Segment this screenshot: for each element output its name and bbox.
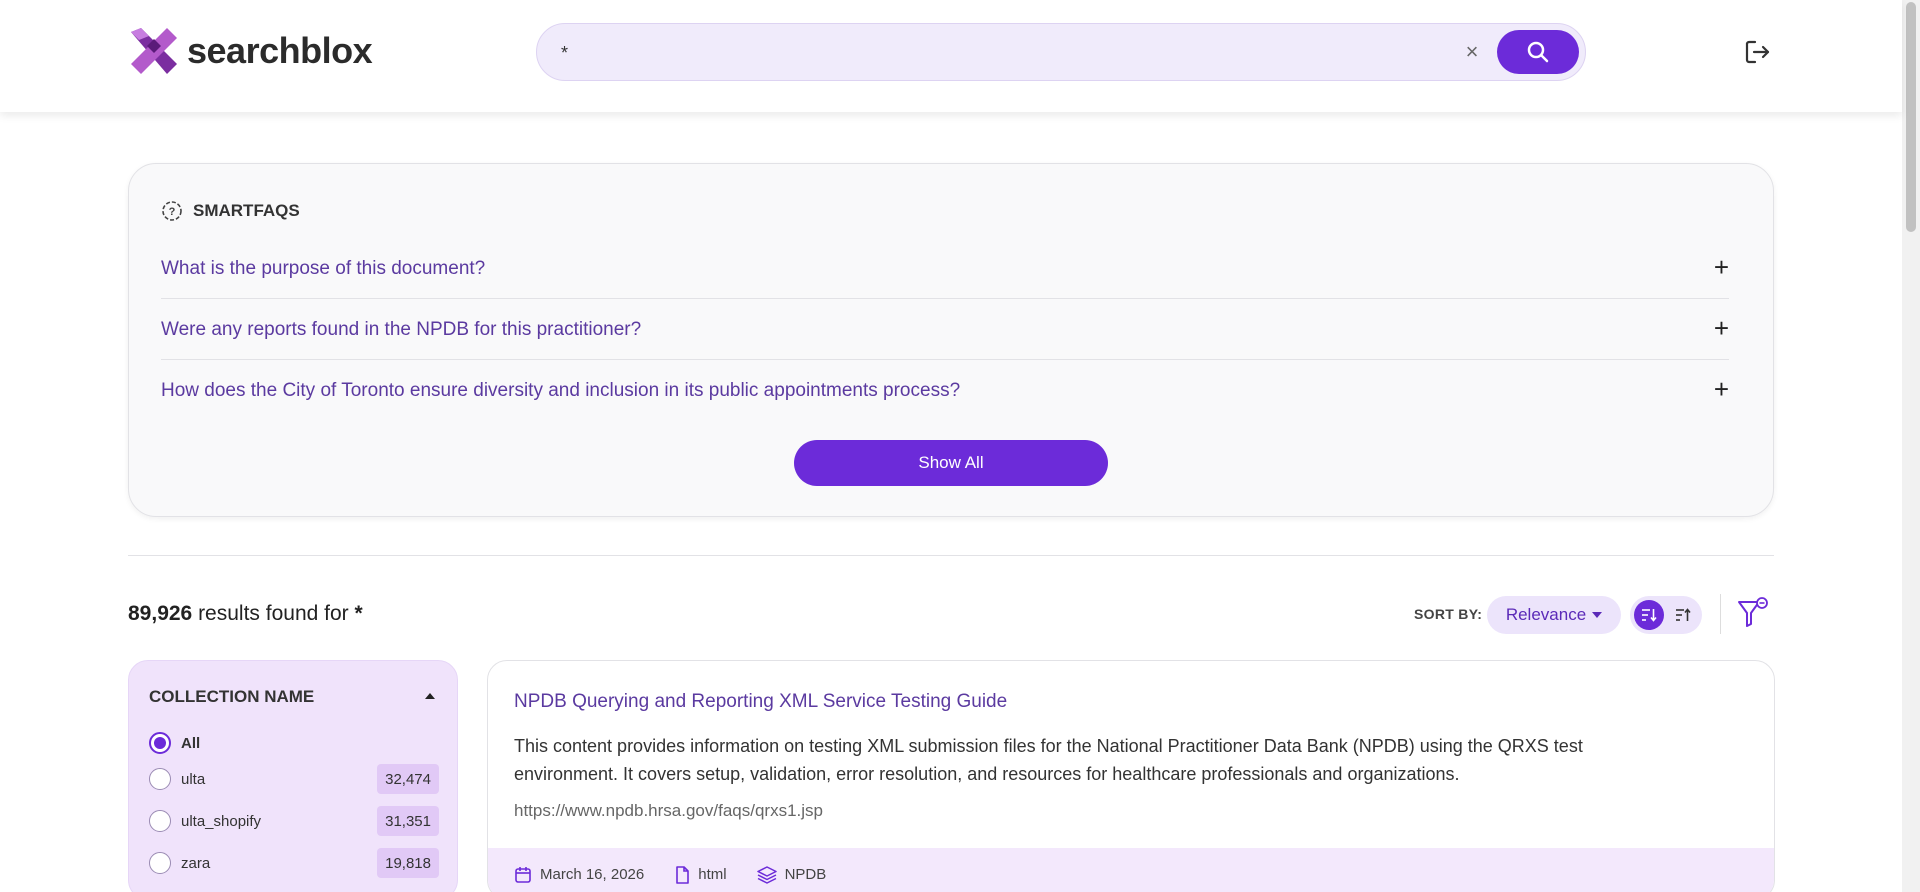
result-meta-bar: March 16, 2026 html NPDB: [488, 848, 1774, 892]
result-collection-text: NPDB: [784, 866, 827, 883]
sort-value: Relevance: [1505, 605, 1587, 624]
results-count: 89,926 results found for *: [128, 602, 363, 626]
result-type-text: html: [698, 866, 727, 883]
facet-item-ulta[interactable]: ulta 32,474: [149, 762, 439, 794]
facet-radio[interactable]: [149, 852, 171, 874]
facet-label: zara: [181, 855, 211, 872]
collection-facet: COLLECTION NAME All ulta 32,474 ulta_sho…: [128, 660, 458, 892]
result-title-link[interactable]: NPDB Querying and Reporting XML Service …: [514, 691, 1007, 713]
search-input[interactable]: [561, 38, 1461, 68]
collapse-caret-icon[interactable]: [421, 687, 439, 705]
filter-icon[interactable]: [1737, 596, 1769, 630]
expand-plus-icon[interactable]: +: [1714, 374, 1729, 405]
sort-ascending-button[interactable]: [1668, 600, 1698, 630]
results-total: 89,926: [128, 602, 193, 625]
results-query: *: [354, 602, 363, 625]
search-icon: [1527, 41, 1549, 63]
search-bar: [536, 23, 1586, 81]
sort-order-toggle: [1630, 596, 1702, 634]
search-button[interactable]: [1497, 30, 1579, 74]
result-url[interactable]: https://www.npdb.hrsa.gov/faqs/qrxs1.jsp: [514, 801, 823, 821]
faq-item[interactable]: How does the City of Toronto ensure dive…: [161, 360, 1729, 421]
logout-button[interactable]: [1743, 37, 1773, 67]
faq-item[interactable]: Were any reports found in the NPDB for t…: [161, 299, 1729, 360]
searchblox-logo-icon: [131, 28, 177, 74]
sort-by-label: SORT BY:: [1414, 606, 1483, 622]
result-description: This content provides information on tes…: [514, 736, 1583, 784]
faq-question[interactable]: What is the purpose of this document?: [161, 258, 485, 280]
facet-count: 31,351: [377, 806, 439, 836]
faq-question[interactable]: How does the City of Toronto ensure dive…: [161, 380, 960, 402]
faq-item[interactable]: What is the purpose of this document? +: [161, 238, 1729, 299]
facet-radio[interactable]: [149, 732, 171, 754]
expand-plus-icon[interactable]: +: [1714, 313, 1729, 344]
section-divider: [128, 555, 1774, 556]
question-circle-icon: ?: [162, 201, 182, 221]
scrollbar-thumb[interactable]: [1906, 2, 1916, 232]
show-all-button[interactable]: Show All: [794, 440, 1108, 486]
expand-plus-icon[interactable]: +: [1714, 252, 1729, 283]
results-found-text: results found for: [192, 602, 355, 625]
facet-label: All: [181, 735, 201, 752]
logo-text: searchblox: [187, 30, 373, 71]
facet-radio[interactable]: [149, 768, 171, 790]
facet-label: ulta: [181, 771, 206, 788]
result-item: NPDB Querying and Reporting XML Service …: [487, 660, 1775, 892]
facet-label: ulta_shopify: [181, 813, 262, 830]
sort-ascending-icon: [1676, 608, 1691, 621]
result-type: html: [674, 865, 727, 884]
faq-question[interactable]: Were any reports found in the NPDB for t…: [161, 319, 641, 341]
sort-descending-icon: [1642, 609, 1657, 622]
sort-dropdown[interactable]: Relevance: [1487, 596, 1621, 634]
facet-count: 19,818: [377, 848, 439, 878]
header: searchblox ×: [0, 0, 1902, 112]
result-date-text: March 16, 2026: [540, 866, 645, 883]
clear-search-icon[interactable]: ×: [1460, 39, 1484, 64]
svg-text:?: ?: [169, 206, 176, 218]
result-date: March 16, 2026: [514, 866, 644, 884]
facet-radio[interactable]: [149, 810, 171, 832]
page: searchblox × ?: [0, 0, 1920, 892]
facet-item-ulta-shopify[interactable]: ulta_shopify 31,351: [149, 804, 439, 836]
smartfaqs-header: ? SMARTFAQS: [161, 200, 300, 222]
caret-down-icon: [1592, 612, 1603, 618]
logo[interactable]: searchblox: [127, 24, 373, 78]
facet-count: 32,474: [377, 764, 439, 794]
smartfaqs-panel: ? SMARTFAQS What is the purpose of this …: [128, 163, 1774, 517]
facet-title: COLLECTION NAME: [149, 687, 315, 706]
layers-icon: [756, 865, 777, 884]
vertical-scrollbar[interactable]: [1902, 0, 1920, 892]
document-icon: [676, 865, 690, 884]
sort-descending-button[interactable]: [1634, 600, 1664, 630]
smartfaqs-title: SMARTFAQS: [193, 201, 300, 220]
toolbar-separator: [1720, 594, 1721, 634]
result-collection: NPDB: [756, 865, 827, 884]
facet-item-all[interactable]: All: [149, 726, 439, 758]
facet-item-zara[interactable]: zara 19,818: [149, 846, 439, 878]
calendar-icon: [515, 866, 531, 883]
logout-icon: [1745, 40, 1770, 64]
